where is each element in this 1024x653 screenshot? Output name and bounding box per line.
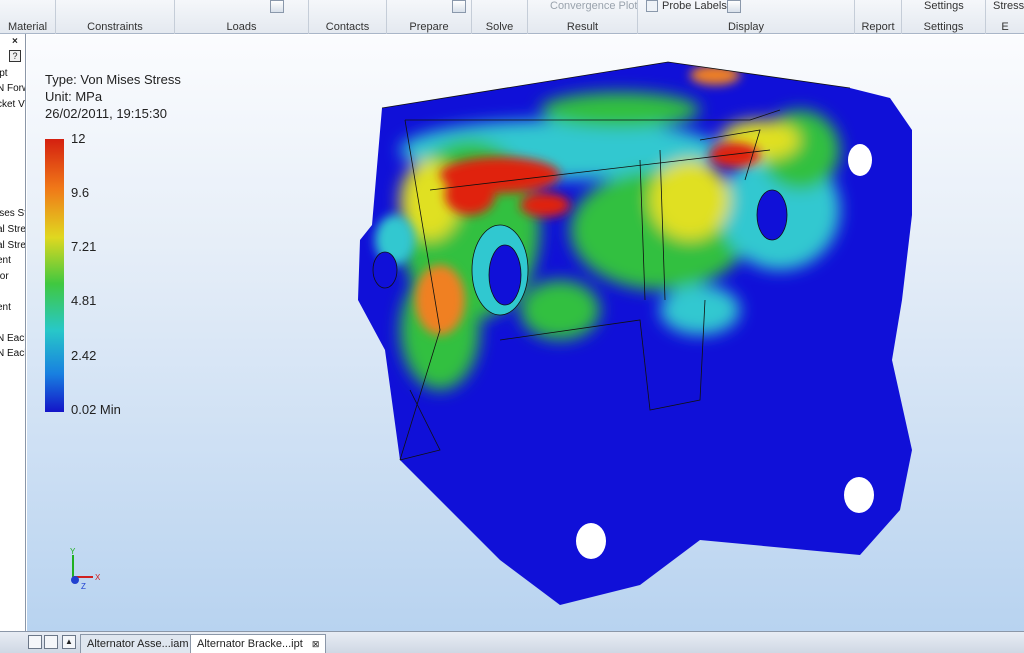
tab-label: Alternator Bracke...ipt [197, 638, 303, 650]
browser-item[interactable]: ises Str [0, 208, 25, 219]
window-cascade-icon[interactable] [28, 635, 42, 649]
group-prepare: Prepare [387, 0, 472, 34]
legend-tick: 0.02 Min [71, 402, 121, 417]
z-axis-label: Z [81, 582, 86, 591]
result-type: Type: Von Mises Stress [45, 72, 181, 87]
group-label: Settings [923, 21, 964, 33]
group-label: E [1001, 21, 1009, 33]
group-result: Result [528, 0, 638, 34]
browser-item[interactable]: N Forw [0, 83, 25, 94]
group-settings: Settings [902, 0, 986, 34]
group-report: Report [855, 0, 902, 34]
group-label: Result [566, 21, 599, 33]
x-axis-label: X [95, 573, 101, 582]
browser-item[interactable]: tor [0, 271, 9, 282]
group-label: Solve [485, 21, 514, 33]
legend-tick: 2.42 [71, 348, 97, 363]
group-label: Display [727, 21, 765, 33]
browser-item[interactable]: N Each [0, 348, 25, 359]
legend-tick: 9.6 [71, 185, 90, 200]
legend-tick: 12 [71, 131, 86, 146]
result-unit: Unit: MPa [45, 89, 103, 104]
group-label: Prepare [409, 21, 449, 33]
ribbon: Convergence Plot Probe Labels Settings S… [0, 0, 1024, 34]
group-contacts: Contacts [309, 0, 387, 34]
browser-item[interactable]: ent [0, 255, 11, 266]
axis-triad: Y X Z [70, 547, 101, 591]
stress-legend: Type: Von Mises Stress Unit: MPa 26/02/2… [45, 71, 181, 417]
group-label: Loads [226, 21, 257, 33]
browser-item[interactable]: al Stre [0, 240, 25, 251]
stress-model-render[interactable] [27, 35, 1024, 631]
browser-item[interactable]: ipt [0, 68, 8, 79]
window-tile-icon[interactable] [44, 635, 58, 649]
group-label: Contacts [325, 21, 370, 33]
color-bar [45, 139, 64, 412]
help-icon[interactable]: ? [9, 50, 21, 62]
close-tab-icon[interactable]: ⊠ [312, 639, 320, 649]
tab-alternator-assembly[interactable]: Alternator Asse...iam [80, 634, 196, 653]
result-date: 26/02/2011, 19:15:30 [45, 106, 167, 121]
graphics-viewport[interactable]: Type: Von Mises Stress Unit: MPa 26/02/2… [27, 35, 1024, 631]
browser-item[interactable]: N Each [0, 333, 25, 344]
browser-panel: × ? ipt N Forw cket V ises Str al Stre a… [0, 34, 26, 653]
group-e: E [986, 0, 1024, 34]
group-material: Material [0, 0, 56, 34]
legend-tick: 7.21 [71, 239, 97, 254]
chevron-up-icon[interactable]: ▲ [62, 635, 76, 649]
group-solve: Solve [472, 0, 528, 34]
browser-item[interactable]: cket V [0, 99, 25, 110]
group-label: Report [861, 21, 895, 33]
legend-tick: 4.81 [71, 293, 97, 308]
browser-item[interactable]: ent [0, 302, 11, 313]
document-tab-bar: ▲ Alternator Asse...iam Alternator Brack… [0, 631, 1024, 653]
group-constraints: Constraints [56, 0, 175, 34]
group-label: Constraints [87, 21, 143, 33]
close-icon[interactable]: × [12, 36, 18, 47]
y-axis-label: Y [70, 547, 76, 556]
tab-alternator-bracket[interactable]: Alternator Bracke...ipt ⊠ [190, 634, 327, 653]
group-display: Display [638, 0, 855, 34]
group-loads: Loads [175, 0, 309, 34]
browser-item[interactable]: al Stre [0, 224, 25, 235]
group-label: Material [7, 21, 48, 33]
